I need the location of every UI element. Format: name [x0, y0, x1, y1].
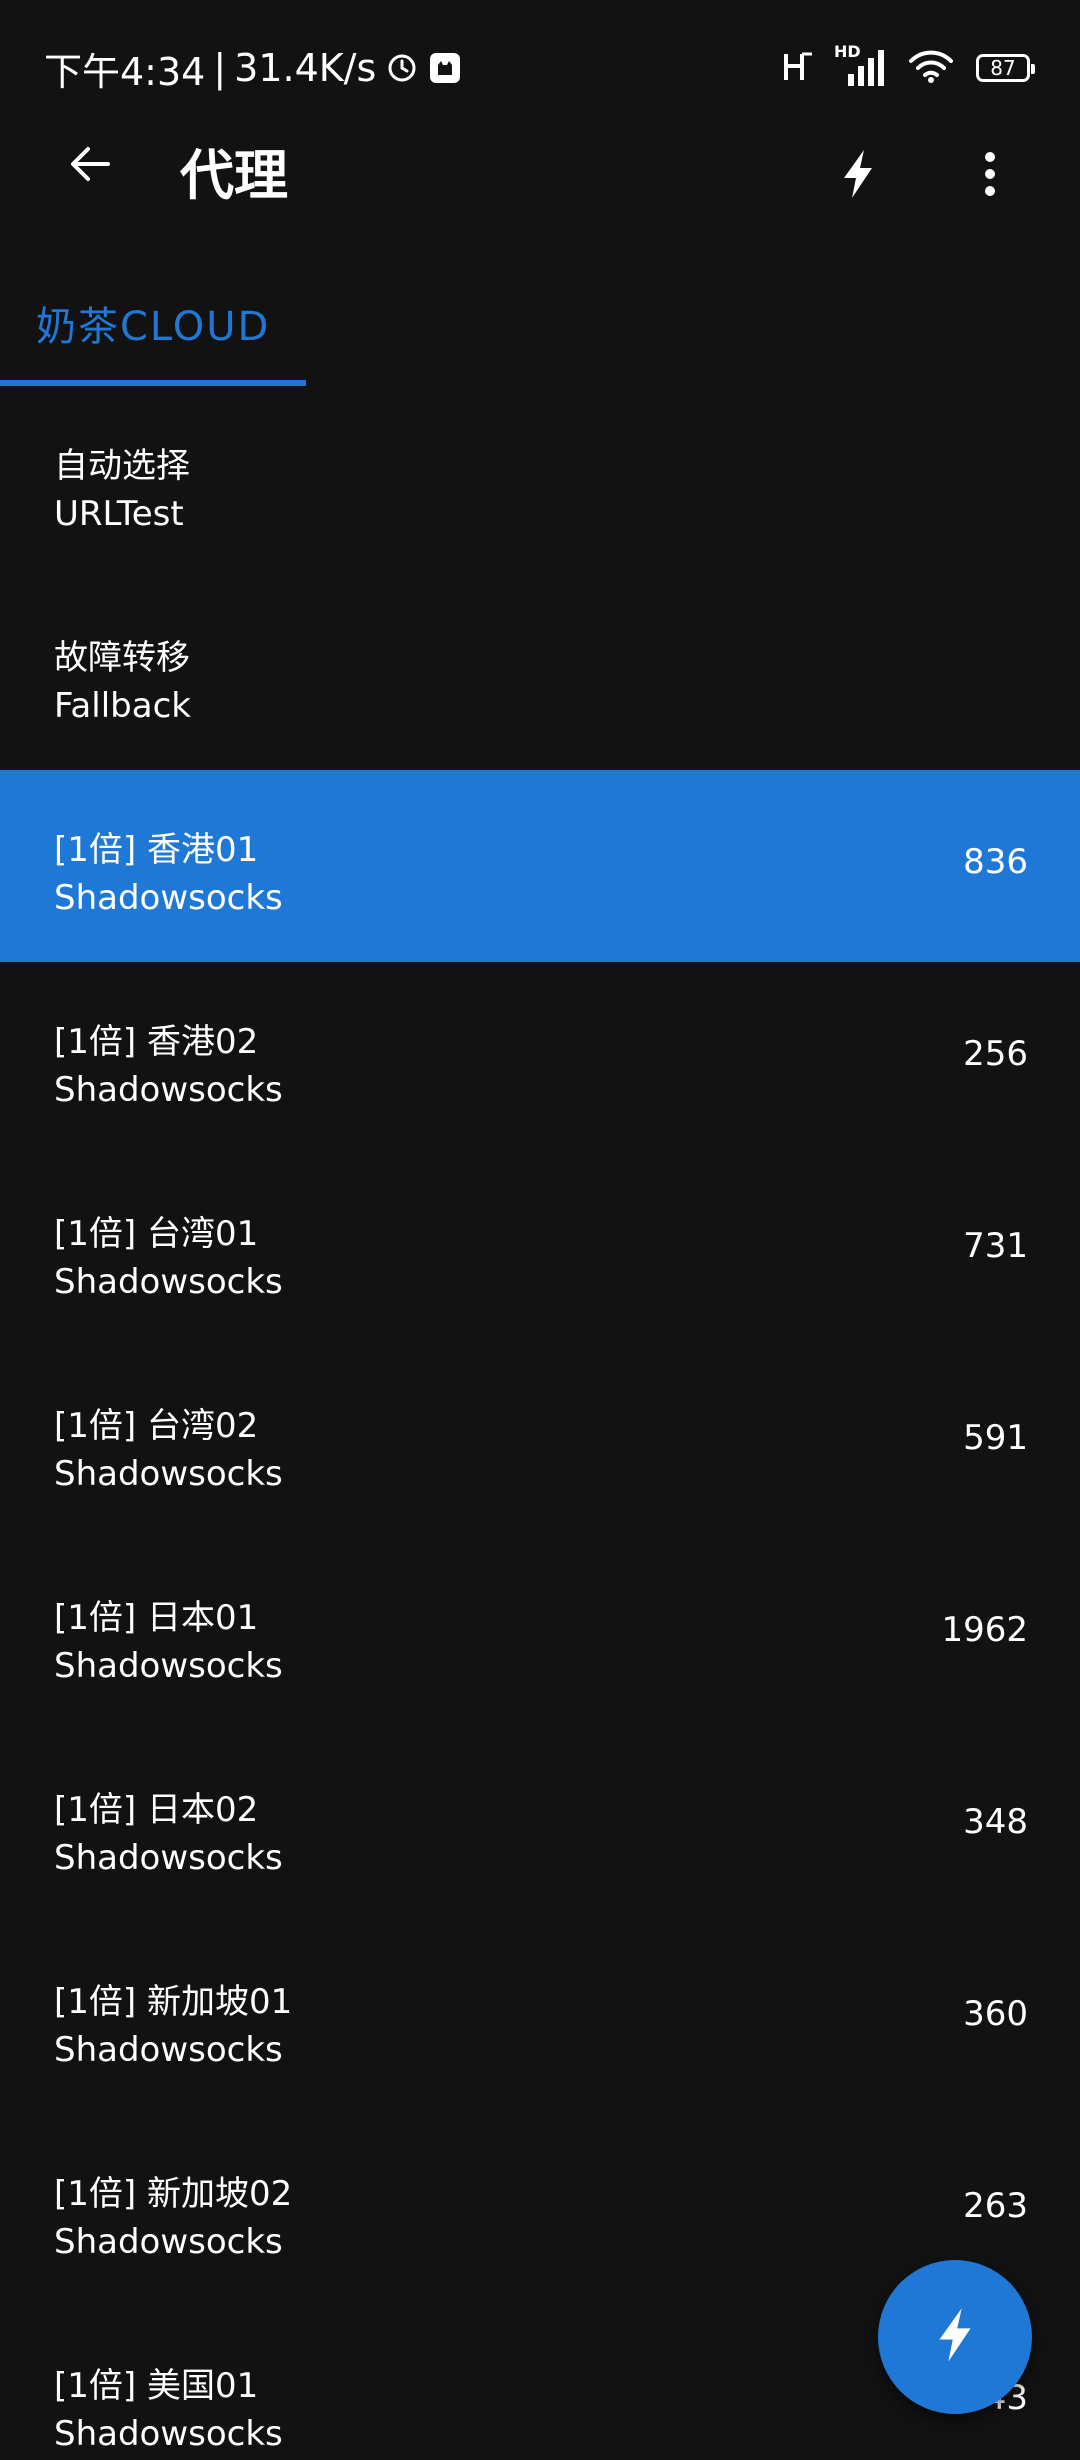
- battery-icon: 87: [976, 54, 1035, 82]
- hd-voice-icon: [782, 48, 816, 88]
- proxy-name: [1倍] 台湾02: [54, 1406, 259, 1446]
- proxy-row-jp01[interactable]: [1倍] 日本01 Shadowsocks 1962: [0, 1538, 1080, 1730]
- status-separator: |: [213, 46, 227, 90]
- arrow-left-icon: [68, 142, 112, 190]
- proxy-row-tw01[interactable]: [1倍] 台湾01 Shadowsocks 731: [0, 1154, 1080, 1346]
- proxy-row-jp02[interactable]: [1倍] 日本02 Shadowsocks 348: [0, 1730, 1080, 1922]
- proxy-type: URLTest: [54, 494, 184, 534]
- proxy-name: [1倍] 香港02: [54, 1022, 259, 1062]
- app-notification-icon: [428, 51, 462, 85]
- proxy-type: Shadowsocks: [54, 1454, 283, 1494]
- proxy-name: [1倍] 日本01: [54, 1598, 259, 1638]
- wifi-icon: [908, 48, 954, 88]
- proxy-type: Shadowsocks: [54, 1838, 283, 1878]
- alarm-icon: [386, 52, 418, 84]
- app-root: 下午4:34 | 31.4K/s HD 87 代理 奶茶CLOUD 自动选择 U…: [0, 0, 1080, 2460]
- proxy-delay: 1962: [941, 1610, 1028, 1650]
- status-time: 下午4:34: [44, 49, 206, 94]
- proxy-type: Shadowsocks: [54, 2414, 283, 2454]
- tab-label: 奶茶CLOUD: [36, 304, 271, 350]
- proxy-row-fallback[interactable]: 故障转移 Fallback: [0, 578, 1080, 770]
- page-title: 代理: [180, 144, 288, 207]
- lightning-icon: [840, 148, 876, 204]
- proxy-name: [1倍] 新加坡01: [54, 1982, 293, 2022]
- proxy-type: Shadowsocks: [54, 1262, 283, 1302]
- proxy-type: Shadowsocks: [54, 2030, 283, 2070]
- battery-level: 87: [990, 56, 1016, 80]
- proxy-row-sg01[interactable]: [1倍] 新加坡01 Shadowsocks 360: [0, 1922, 1080, 2114]
- proxy-row-hk02[interactable]: [1倍] 香港02 Shadowsocks 256: [0, 962, 1080, 1154]
- proxy-name: [1倍] 新加坡02: [54, 2174, 293, 2214]
- proxy-type: Fallback: [54, 686, 191, 726]
- test-delay-button[interactable]: [818, 136, 898, 216]
- proxy-delay: 836: [963, 842, 1028, 882]
- back-button[interactable]: [50, 126, 130, 206]
- status-right: HD 87: [782, 40, 1035, 96]
- proxy-name: [1倍] 台湾01: [54, 1214, 259, 1254]
- proxy-delay: 348: [963, 1802, 1028, 1842]
- more-options-button[interactable]: [950, 136, 1030, 216]
- status-net-speed: 31.4K/s: [234, 46, 377, 90]
- more-vert-icon: [982, 151, 998, 201]
- proxy-delay: 360: [963, 1994, 1028, 2034]
- proxy-name: 自动选择: [54, 446, 190, 486]
- proxy-type: Shadowsocks: [54, 2222, 283, 2262]
- proxy-type: Shadowsocks: [54, 1646, 283, 1686]
- proxy-type: Shadowsocks: [54, 1070, 283, 1110]
- proxy-row-tw02[interactable]: [1倍] 台湾02 Shadowsocks 591: [0, 1346, 1080, 1538]
- tab-naicha-cloud[interactable]: 奶茶CLOUD: [0, 270, 306, 386]
- proxy-row-hk01-selected[interactable]: [1倍] 香港01 Shadowsocks 836: [0, 770, 1080, 962]
- proxy-delay: 731: [963, 1226, 1028, 1266]
- fab-test-delay-button[interactable]: [878, 2260, 1032, 2414]
- signal-icon: HD: [834, 42, 890, 88]
- proxy-type: Shadowsocks: [54, 878, 283, 918]
- proxy-name: [1倍] 美国01: [54, 2366, 259, 2406]
- proxy-name: 故障转移: [54, 638, 190, 678]
- proxy-row-auto-select[interactable]: 自动选择 URLTest: [0, 386, 1080, 578]
- status-bar: 下午4:34 | 31.4K/s HD 87: [0, 0, 1080, 136]
- proxy-delay: 263: [963, 2186, 1028, 2226]
- status-left: 下午4:34 | 31.4K/s: [44, 40, 462, 96]
- proxy-name: [1倍] 日本02: [54, 1790, 259, 1830]
- proxy-name: [1倍] 香港01: [54, 830, 259, 870]
- proxy-delay: 591: [963, 1418, 1028, 1458]
- proxy-delay: 256: [963, 1034, 1028, 1074]
- lightning-icon: [935, 2305, 975, 2369]
